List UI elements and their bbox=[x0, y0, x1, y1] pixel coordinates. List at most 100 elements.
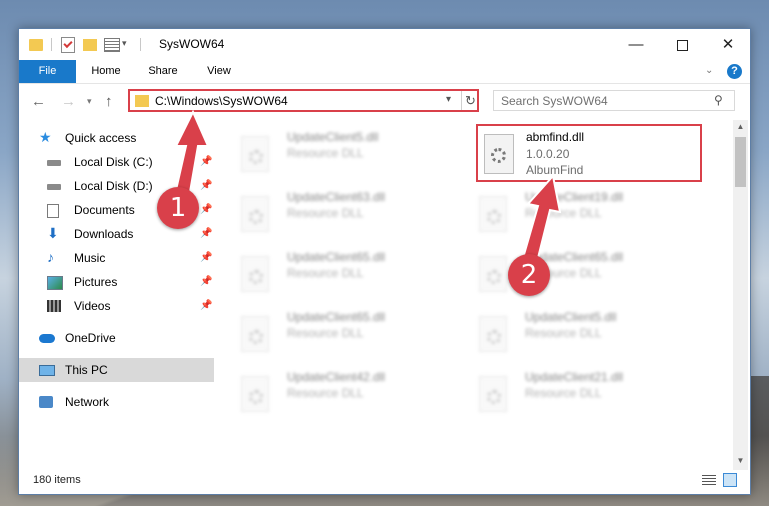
details-view-icon[interactable] bbox=[702, 475, 716, 486]
address-bar[interactable]: C:\Windows\SysWOW64 ▾ ↻ bbox=[128, 89, 479, 112]
file-tile[interactable]: UpdateClient19.dll Resource DLL bbox=[453, 186, 673, 238]
sidebar-item-local-disk-c[interactable]: Local Disk (C:) 📌 bbox=[19, 150, 214, 174]
dll-file-icon bbox=[479, 316, 509, 352]
sidebar-item-music[interactable]: ♪ Music 📌 bbox=[19, 246, 214, 270]
pin-icon[interactable]: 📌 bbox=[200, 270, 212, 294]
refresh-button[interactable]: ↻ bbox=[461, 91, 479, 110]
file-description: Resource DLL bbox=[525, 326, 602, 340]
scroll-up-icon[interactable]: ▲ bbox=[733, 122, 748, 131]
forward-button[interactable]: → bbox=[61, 93, 76, 110]
sidebar-item-onedrive[interactable]: OneDrive bbox=[19, 326, 214, 350]
search-icon[interactable]: ⚲ bbox=[714, 93, 723, 107]
dll-file-icon bbox=[479, 196, 509, 232]
pin-icon[interactable]: 📌 bbox=[200, 246, 212, 270]
scroll-thumb[interactable] bbox=[735, 137, 746, 187]
title-separator bbox=[140, 38, 141, 51]
address-path[interactable]: C:\Windows\SysWOW64 bbox=[155, 94, 288, 108]
back-button[interactable]: ← bbox=[31, 93, 46, 110]
file-name: UpdateClient63.dll bbox=[287, 190, 386, 204]
vertical-scrollbar[interactable]: ▲ ▼ bbox=[733, 120, 748, 470]
file-tile[interactable]: UpdateClient65.dll Resource DLL bbox=[453, 246, 673, 298]
sidebar-item-this-pc[interactable]: This PC bbox=[19, 358, 214, 382]
sidebar-item-pictures[interactable]: Pictures 📌 bbox=[19, 270, 214, 294]
sidebar-item-label: Local Disk (D:) bbox=[74, 179, 153, 193]
file-tile[interactable]: UpdateClient42.dll Resource DLL bbox=[215, 366, 435, 418]
file-version: 1.0.0.20 bbox=[526, 147, 570, 161]
ribbon: File Home Share View ⌄ ? bbox=[19, 60, 750, 84]
file-name: abmfind.dll bbox=[526, 130, 585, 144]
documents-icon bbox=[47, 204, 59, 218]
tiles-view-icon[interactable] bbox=[723, 473, 737, 487]
sidebar-item-network[interactable]: Network bbox=[19, 390, 214, 414]
sidebar-item-label: Quick access bbox=[65, 131, 137, 145]
highlighted-file-tile[interactable]: abmfind.dll 1.0.0.20 AlbumFind bbox=[476, 124, 702, 182]
status-bar: 180 items bbox=[19, 470, 748, 492]
recent-locations-icon[interactable]: ▾ bbox=[87, 96, 92, 107]
pictures-icon bbox=[47, 276, 63, 290]
search-placeholder: Search SysWOW64 bbox=[501, 94, 608, 108]
step-1-badge: 1 bbox=[157, 187, 199, 229]
file-name: UpdateClient65.dll bbox=[287, 310, 386, 324]
file-tile[interactable]: UpdateClient5.dll Resource DLL bbox=[215, 126, 435, 178]
cloud-icon bbox=[39, 334, 55, 343]
file-tile[interactable]: UpdateClient5.dll Resource DLL bbox=[453, 306, 673, 358]
window-title: SysWOW64 bbox=[159, 37, 225, 51]
file-tile[interactable]: UpdateClient65.dll Resource DLL bbox=[215, 246, 435, 298]
file-description: Resource DLL bbox=[287, 266, 364, 280]
close-button[interactable]: ✕ bbox=[705, 29, 751, 60]
pin-icon[interactable]: 📌 bbox=[200, 222, 212, 246]
file-tile[interactable]: UpdateClient63.dll Resource DLL bbox=[215, 186, 435, 238]
up-button[interactable]: ↑ bbox=[105, 93, 113, 110]
chevron-down-icon[interactable]: ▾ bbox=[122, 38, 127, 54]
tab-view[interactable]: View bbox=[195, 60, 243, 83]
file-tile[interactable]: UpdateClient21.dll Resource DLL bbox=[453, 366, 673, 418]
download-icon: ⬇ bbox=[47, 225, 59, 241]
chevron-down-icon[interactable]: ▾ bbox=[446, 94, 451, 105]
tab-share[interactable]: Share bbox=[137, 60, 189, 83]
search-input[interactable]: Search SysWOW64 ⚲ bbox=[493, 90, 735, 111]
sidebar-item-videos[interactable]: Videos 📌 bbox=[19, 294, 214, 318]
explorer-window: ▾ SysWOW64 — ✕ File Home Share View ⌄ ? … bbox=[18, 28, 751, 495]
network-icon bbox=[39, 396, 53, 408]
folder-icon bbox=[29, 39, 43, 51]
expand-ribbon-icon[interactable]: ⌄ bbox=[705, 65, 713, 76]
step-2-badge: 2 bbox=[508, 254, 550, 296]
help-icon[interactable]: ? bbox=[727, 64, 742, 79]
navigation-pane: ★ Quick access Local Disk (C:) 📌 Local D… bbox=[19, 120, 214, 470]
computer-icon bbox=[39, 365, 55, 376]
file-name: UpdateClient19.dll bbox=[525, 190, 624, 204]
maximize-button[interactable] bbox=[659, 29, 705, 60]
pin-icon[interactable]: 📌 bbox=[200, 150, 212, 174]
dll-file-icon bbox=[241, 136, 271, 172]
sidebar-item-quick-access[interactable]: ★ Quick access bbox=[19, 126, 214, 150]
tab-home[interactable]: Home bbox=[81, 60, 131, 83]
file-tile[interactable]: UpdateClient65.dll Resource DLL bbox=[215, 306, 435, 358]
sidebar-item-label: OneDrive bbox=[65, 331, 116, 345]
scroll-down-icon[interactable]: ▼ bbox=[733, 456, 748, 465]
dll-file-icon bbox=[479, 256, 509, 292]
minimize-button[interactable]: — bbox=[613, 29, 659, 60]
sidebar-item-label: Downloads bbox=[74, 227, 134, 241]
item-count: 180 items bbox=[33, 474, 81, 486]
tab-file[interactable]: File bbox=[19, 60, 76, 83]
maximize-icon bbox=[676, 39, 688, 51]
new-folder-icon[interactable] bbox=[83, 39, 97, 51]
pin-icon[interactable]: 📌 bbox=[200, 294, 212, 318]
sidebar-item-label: Pictures bbox=[74, 275, 118, 289]
dll-file-icon bbox=[241, 376, 271, 412]
file-name: UpdateClient21.dll bbox=[525, 370, 624, 384]
properties-check-icon[interactable] bbox=[61, 37, 75, 53]
dll-file-icon bbox=[241, 256, 271, 292]
file-description: Resource DLL bbox=[287, 326, 364, 340]
navigation-bar: ← → ▾ ↑ C:\Windows\SysWOW64 ▾ ↻ Search S… bbox=[19, 84, 750, 120]
drive-icon bbox=[47, 184, 61, 190]
sidebar-item-label: Local Disk (C:) bbox=[74, 155, 153, 169]
file-description: Resource DLL bbox=[287, 386, 364, 400]
pin-icon[interactable]: 📌 bbox=[200, 198, 212, 222]
sidebar-item-label: Videos bbox=[74, 299, 111, 313]
customize-toolbar-icon[interactable] bbox=[104, 38, 120, 52]
music-icon: ♪ bbox=[47, 249, 54, 265]
sidebar-item-label: Documents bbox=[74, 203, 135, 217]
file-description: Resource DLL bbox=[287, 146, 364, 160]
pin-icon[interactable]: 📌 bbox=[200, 174, 212, 198]
